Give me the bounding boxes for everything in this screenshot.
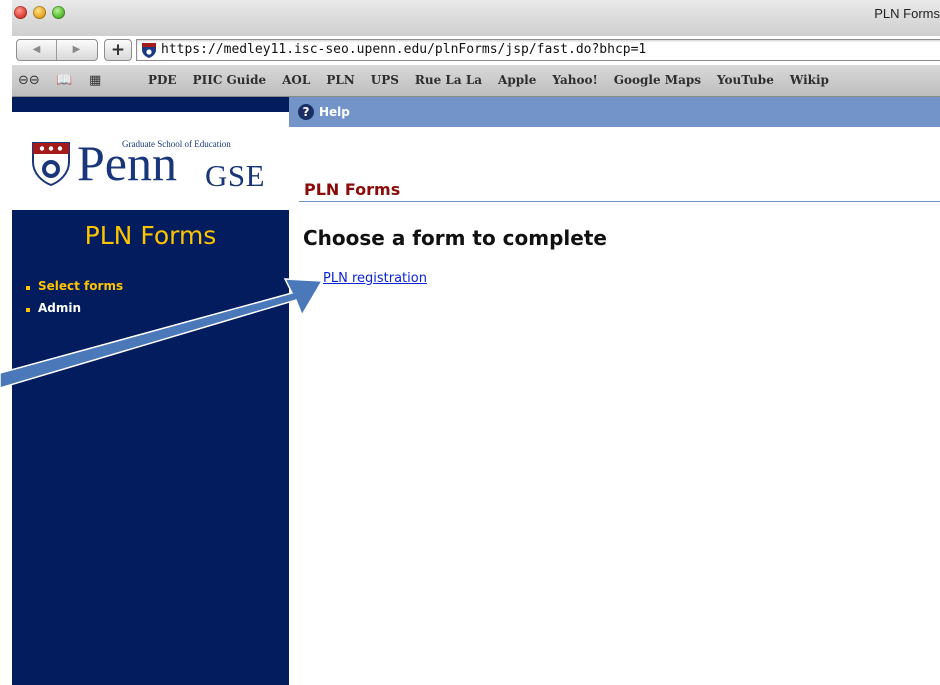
window-title: PLN Forms xyxy=(874,6,940,21)
bookmark-item[interactable]: Rue La La xyxy=(415,73,482,87)
forward-arrow-icon[interactable]: ▶ xyxy=(57,40,96,60)
help-bar: ? Help xyxy=(289,97,940,127)
section-divider xyxy=(299,201,940,202)
url-text[interactable]: https://medley11.isc-seo.upenn.edu/plnFo… xyxy=(161,42,646,57)
penn-shield-icon xyxy=(32,142,70,186)
reading-glasses-icon[interactable]: ⊖⊖ xyxy=(18,73,40,88)
bookmark-item[interactable]: AOL xyxy=(282,73,310,87)
sidebar-title: PLN Forms xyxy=(84,221,217,250)
add-bookmark-button[interactable]: + xyxy=(104,39,132,61)
sidebar-item-admin[interactable]: Admin xyxy=(26,301,123,323)
pln-registration-link[interactable]: PLN registration xyxy=(323,271,427,286)
help-question-icon[interactable]: ? xyxy=(298,104,314,120)
sidebar-item-label: Select forms xyxy=(38,279,124,293)
logo-school-line: Graduate School of Education xyxy=(122,139,231,149)
browser-window: PLN Forms ◀ ▶ + https://medley11.isc-seo… xyxy=(12,0,940,685)
zoom-window-button[interactable] xyxy=(52,6,65,19)
bookmark-item[interactable]: Apple xyxy=(498,73,536,87)
title-bar: PLN Forms xyxy=(12,0,940,36)
bookmark-item[interactable]: PIIC Guide xyxy=(193,73,267,87)
bookmarks-book-icon[interactable]: 📖 xyxy=(56,73,72,88)
top-sites-grid-icon[interactable]: ▦ xyxy=(89,73,101,88)
sidebar-menu: Select forms Admin xyxy=(26,279,123,323)
bookmark-item[interactable]: PLN xyxy=(326,73,354,87)
bookmark-item[interactable]: Yahoo! xyxy=(552,73,597,87)
bookmark-item[interactable]: YouTube xyxy=(717,73,774,87)
bookmarks-bar: ⊖⊖ 📖 ▦ PDE PIIC Guide AOL PLN UPS Rue La La Ap… xyxy=(12,65,940,97)
section-title: PLN Forms xyxy=(304,180,401,199)
bullet-icon xyxy=(26,308,30,312)
bookmark-list: PDE PIIC Guide AOL PLN UPS Rue La La Apple Yaho… xyxy=(148,73,845,87)
logo-gse-text: GSE xyxy=(205,158,266,193)
sidebar-item-label: Admin xyxy=(38,301,82,315)
bookmark-item[interactable]: PDE xyxy=(148,73,177,87)
minimize-window-button[interactable] xyxy=(33,6,46,19)
page-heading: Choose a form to complete xyxy=(303,226,607,250)
bookmark-item[interactable]: Wikip xyxy=(790,73,829,87)
back-arrow-icon[interactable]: ◀ xyxy=(17,40,56,60)
back-forward-group: ◀ ▶ xyxy=(16,39,98,61)
help-link[interactable]: Help xyxy=(319,105,350,119)
penn-favicon-icon xyxy=(142,43,156,58)
close-window-button[interactable] xyxy=(14,6,27,19)
bookmark-item[interactable]: UPS xyxy=(371,73,399,87)
address-bar[interactable]: https://medley11.isc-seo.upenn.edu/plnFo… xyxy=(136,39,940,61)
bullet-icon xyxy=(26,286,30,290)
sidebar-item-select-forms[interactable]: Select forms xyxy=(26,279,123,301)
bookmark-item[interactable]: Google Maps xyxy=(614,73,701,87)
